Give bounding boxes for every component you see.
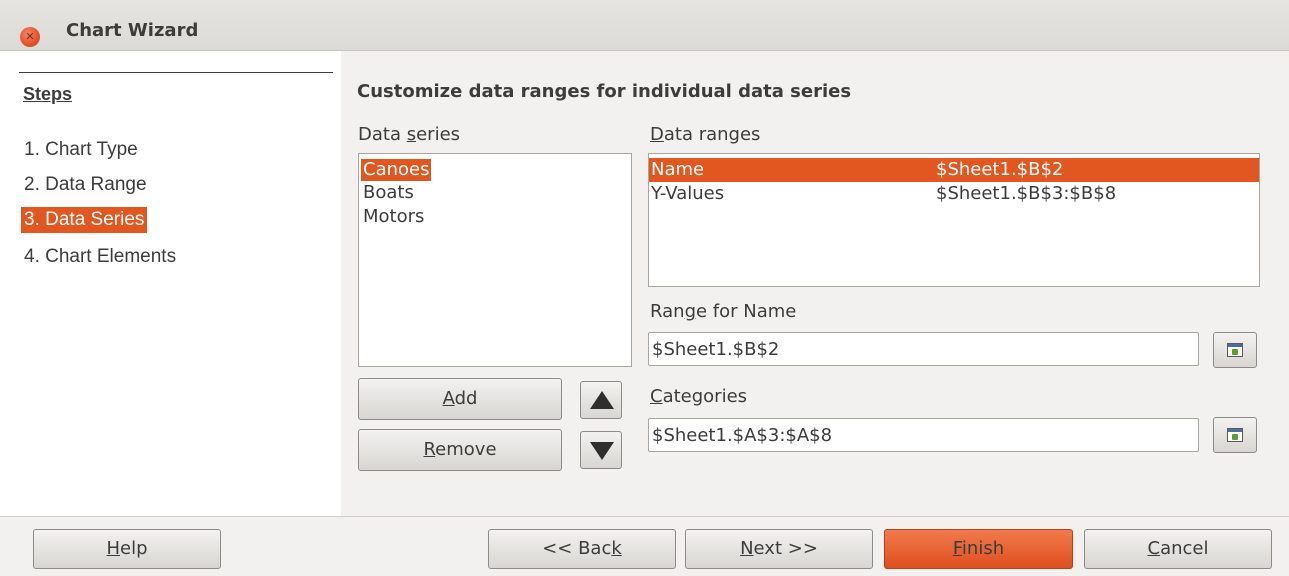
categories-label: Categories [650, 386, 748, 407]
add-button[interactable]: Add [358, 378, 562, 420]
list-item-boats[interactable]: Boats [361, 182, 416, 204]
data-series-label: Data series [358, 124, 461, 145]
help-button[interactable]: Help [33, 529, 221, 569]
range-row-y-values[interactable]: Y-Values $Sheet1.$B$3:$B$8 [649, 182, 1259, 206]
next-button[interactable]: Next >> [685, 529, 873, 569]
range-row-value: $Sheet1.$B$2 [936, 159, 1064, 180]
step-chart-type[interactable]: 1. Chart Type [21, 137, 141, 163]
range-row-role: Y-Values [651, 183, 725, 204]
range-row-name[interactable]: Name $Sheet1.$B$2 [649, 158, 1259, 182]
footer-divider [0, 516, 1289, 517]
step-chart-elements[interactable]: 4. Chart Elements [21, 244, 179, 270]
steps-heading: Steps [23, 84, 73, 104]
move-up-button[interactable] [580, 381, 622, 419]
data-ranges-label: Data ranges [650, 124, 761, 145]
page-title: Customize data ranges for individual dat… [357, 81, 852, 102]
range-row-role: Name [651, 159, 705, 180]
data-series-list[interactable]: Canoes Boats Motors [358, 153, 632, 367]
categories-input[interactable]: $Sheet1.$A$3:$A$8 [648, 418, 1199, 452]
shrink-range-icon [1227, 343, 1243, 357]
window-title: Chart Wizard [66, 20, 199, 41]
steps-panel: Steps 1. Chart Type 2. Data Range 3. Dat… [0, 51, 341, 516]
back-button[interactable]: << Back [488, 529, 676, 569]
step-data-series[interactable]: 3. Data Series [21, 207, 148, 233]
main-panel: Customize data ranges for individual dat… [341, 51, 1289, 516]
range-for-name-select-button[interactable] [1213, 332, 1257, 368]
title-bar: ✕ Chart Wizard [0, 0, 1289, 51]
chart-wizard-window: ✕ Chart Wizard Steps 1. Chart Type 2. Da… [0, 0, 1289, 576]
move-down-button[interactable] [580, 431, 622, 469]
close-icon[interactable]: ✕ [20, 27, 40, 47]
triangle-up-icon [590, 391, 614, 409]
triangle-down-icon [590, 442, 614, 460]
finish-button[interactable]: Finish [884, 529, 1073, 569]
range-row-value: $Sheet1.$B$3:$B$8 [936, 183, 1117, 204]
cancel-button[interactable]: Cancel [1084, 529, 1272, 569]
step-data-range[interactable]: 2. Data Range [21, 172, 150, 198]
list-item-motors[interactable]: Motors [361, 206, 426, 228]
range-for-name-label: Range for Name [650, 301, 797, 322]
categories-select-button[interactable] [1213, 417, 1257, 453]
data-ranges-list[interactable]: Name $Sheet1.$B$2 Y-Values $Sheet1.$B$3:… [648, 153, 1260, 287]
range-for-name-input[interactable]: $Sheet1.$B$2 [648, 332, 1199, 366]
steps-divider [19, 72, 333, 73]
remove-button[interactable]: Remove [358, 429, 562, 471]
list-item-canoes[interactable]: Canoes [361, 159, 432, 181]
shrink-range-icon [1227, 428, 1243, 442]
